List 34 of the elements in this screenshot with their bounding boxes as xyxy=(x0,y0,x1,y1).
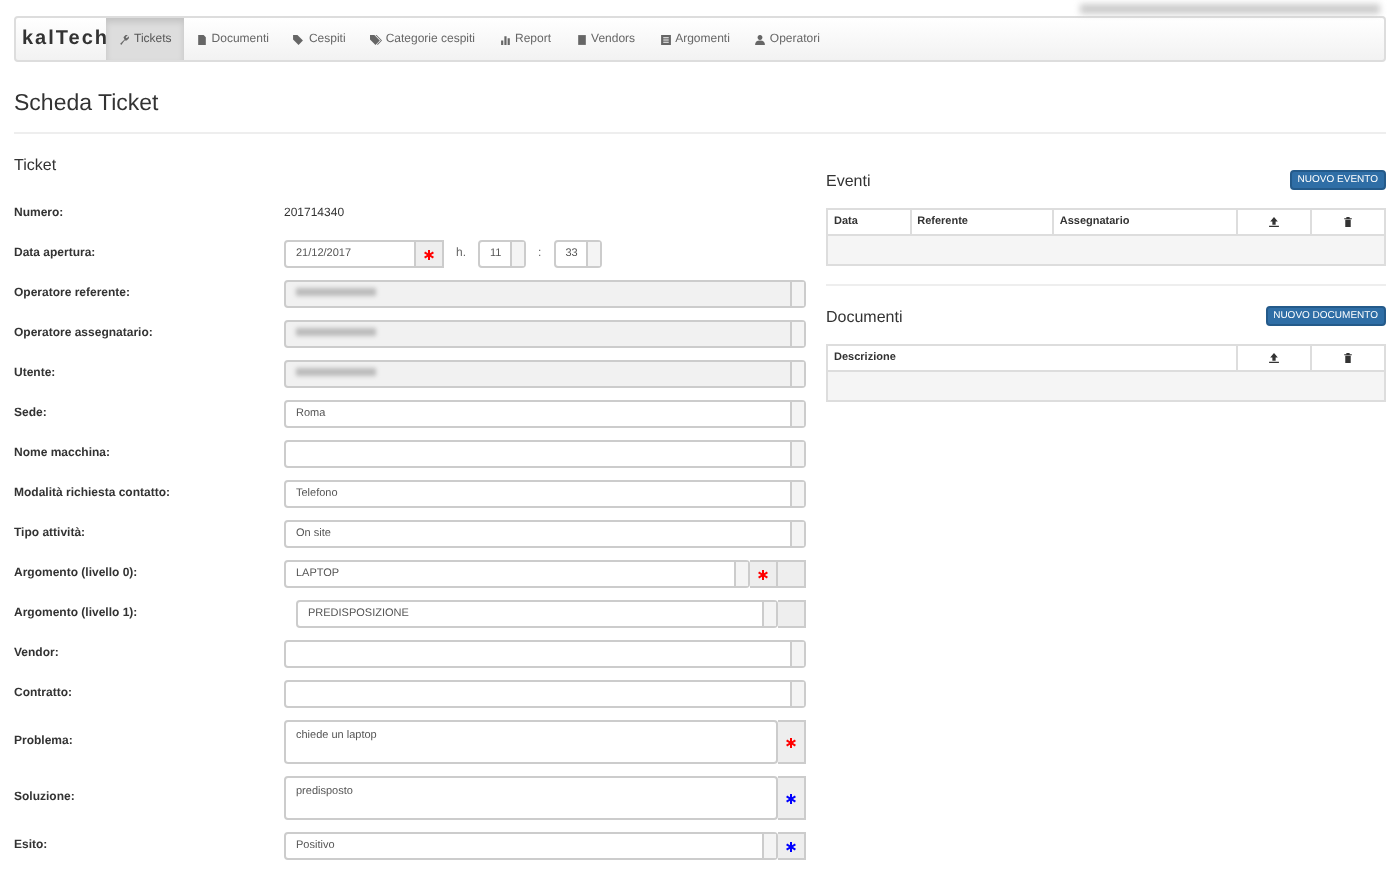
book-icon xyxy=(575,33,588,45)
dropdown-caret-icon[interactable] xyxy=(790,442,804,466)
trash-icon[interactable] xyxy=(1342,352,1354,364)
page-title: Scheda Ticket xyxy=(14,92,161,116)
dropdown-caret-icon[interactable] xyxy=(510,242,525,266)
dropdown-caret-icon[interactable] xyxy=(790,642,804,666)
select-field[interactable] xyxy=(284,440,806,468)
section-heading: Ticket xyxy=(14,156,59,174)
dropdown-caret-icon[interactable] xyxy=(790,522,804,546)
list-icon xyxy=(659,33,672,45)
dropdown-caret-icon[interactable] xyxy=(790,682,804,706)
select-field[interactable] xyxy=(284,680,806,708)
dropdown-caret-icon[interactable] xyxy=(734,562,748,586)
trash-icon[interactable] xyxy=(1342,216,1354,228)
dropdown-caret-icon[interactable] xyxy=(762,602,776,626)
upload-icon[interactable] xyxy=(1268,352,1280,364)
tags-icon xyxy=(369,33,382,45)
bar-chart-icon xyxy=(499,33,512,45)
dropdown-caret-icon[interactable] xyxy=(790,482,804,506)
upload-icon[interactable] xyxy=(1268,216,1280,228)
dropdown-caret-icon[interactable] xyxy=(762,834,776,858)
logo[interactable]: kalTech xyxy=(16,18,106,60)
blurred-text xyxy=(296,368,376,376)
wrench-icon xyxy=(118,33,130,45)
blurred-text xyxy=(296,328,376,336)
select-field[interactable] xyxy=(284,640,806,668)
tag-icon xyxy=(292,33,305,45)
dropdown-caret-icon[interactable] xyxy=(790,402,804,426)
section-heading: Documenti xyxy=(826,307,903,325)
dropdown-caret-icon[interactable] xyxy=(585,242,600,266)
section-heading: Eventi xyxy=(826,171,871,189)
blurred-text xyxy=(296,288,376,296)
user-icon xyxy=(753,33,766,45)
document-icon xyxy=(195,33,208,45)
